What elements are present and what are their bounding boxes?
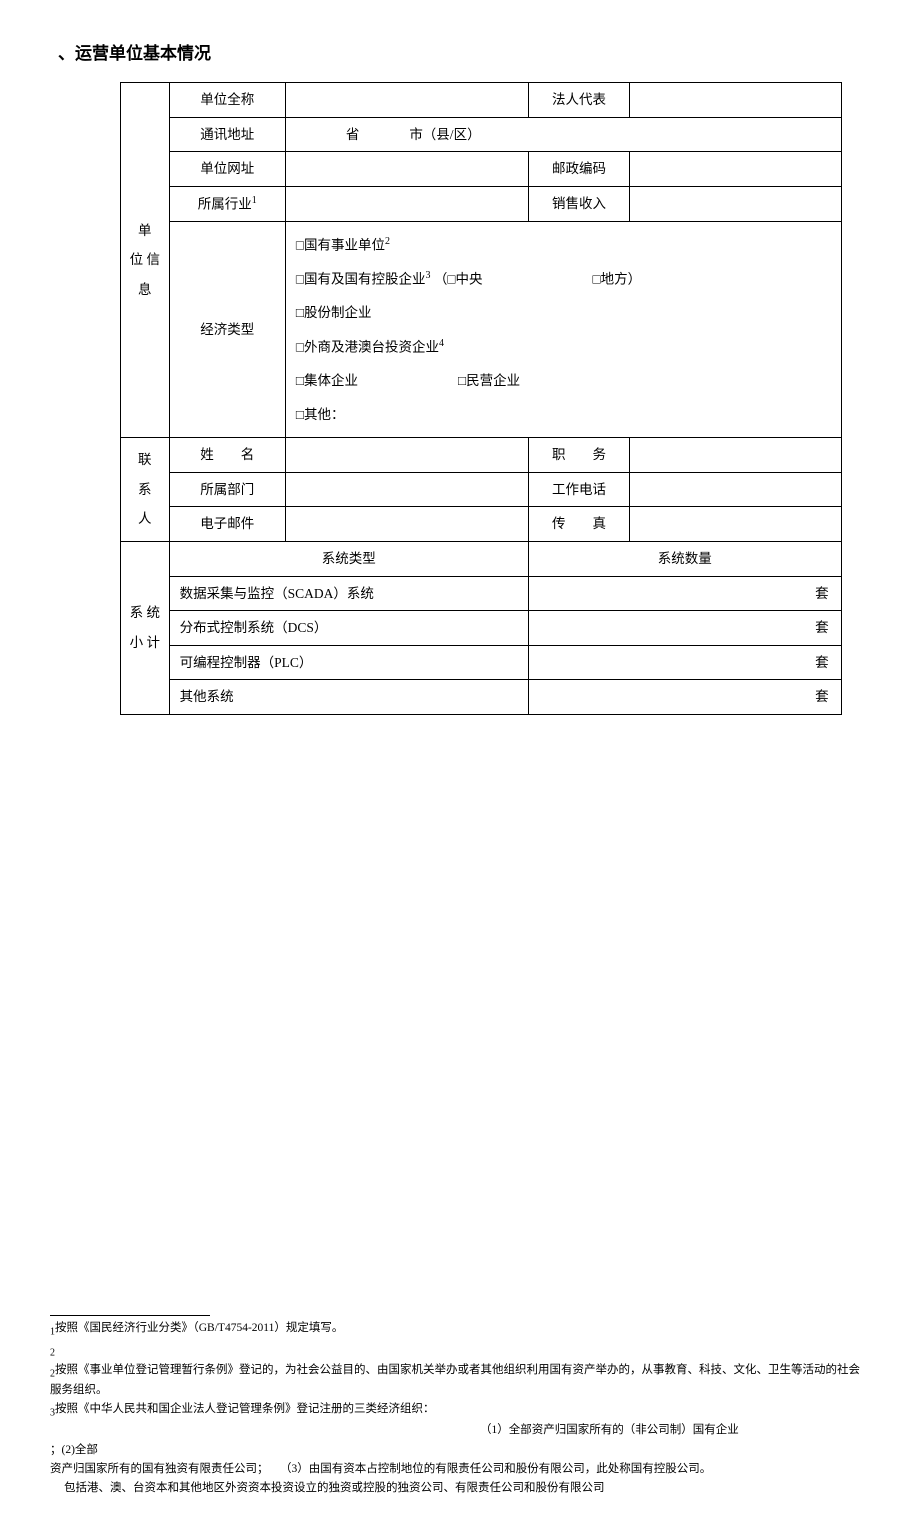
- sys-plc-label: 可编程控制器（PLC）: [169, 645, 528, 680]
- cb-joint-stock[interactable]: □股份制企业: [296, 305, 372, 320]
- cb-local[interactable]: □地方）: [593, 272, 642, 287]
- cb-state-owned-enterprise[interactable]: □国有及国有控股企业: [296, 272, 426, 287]
- cb-central[interactable]: （□中央: [434, 272, 483, 287]
- label-sales: 销售收入: [528, 186, 629, 221]
- label-fullname: 单位全称: [169, 83, 285, 118]
- val-address[interactable]: 省 市（县/区）: [285, 117, 841, 152]
- val-workphone[interactable]: [630, 472, 841, 507]
- label-syscount: 系统数量: [528, 541, 841, 576]
- cb-other[interactable]: □其他：: [296, 407, 345, 422]
- sys-dcs-label: 分布式控制系统（DCS）: [169, 611, 528, 646]
- footnote-4: 包括港、澳、台资本和其他地区外资资本投资设立的独资或控股的独资公司、有限责任公司…: [64, 1482, 605, 1494]
- section-heading: 、运营单位基本情况: [50, 40, 870, 67]
- label-fax: 传 真: [528, 507, 629, 542]
- label-email: 电子邮件: [169, 507, 285, 542]
- label-systype: 系统类型: [169, 541, 528, 576]
- rowhead-system-subtotal: 系 统 小 计: [121, 541, 170, 714]
- label-postcode: 邮政编码: [528, 152, 629, 187]
- sys-plc-count[interactable]: 套: [528, 645, 841, 680]
- sys-scada-label: 数据采集与监控（SCADA）系统: [169, 576, 528, 611]
- sys-other-label: 其他系统: [169, 680, 528, 715]
- val-legalrep[interactable]: [630, 83, 841, 118]
- sys-dcs-count[interactable]: 套: [528, 611, 841, 646]
- footnote-3a: 按照《中华人民共和国企业法人登记管理条例》登记注册的三类经济组织：: [55, 1403, 435, 1415]
- rowhead-contact: 联 系 人: [121, 438, 170, 542]
- val-dept[interactable]: [285, 472, 528, 507]
- val-position[interactable]: [630, 438, 841, 473]
- footnote-1: 按照《国民经济行业分类》（GB/T4754-2011）规定填写。: [55, 1322, 343, 1334]
- addr-province-label: 省: [346, 127, 360, 142]
- label-econtype: 经济类型: [169, 222, 285, 438]
- cb-foreign-hmt[interactable]: □外商及港澳台投资企业: [296, 339, 439, 354]
- val-email[interactable]: [285, 507, 528, 542]
- label-legalrep: 法人代表: [528, 83, 629, 118]
- addr-city-label: 市（县/区）: [409, 127, 480, 142]
- footnotes-block: 1按照《国民经济行业分类》（GB/T4754-2011）规定填写。 2 2按照《…: [50, 1320, 870, 1497]
- sys-other-count[interactable]: 套: [528, 680, 841, 715]
- form-table: 单 位 信 息 单位全称 法人代表 通讯地址 省 市（县/区） 单位网址 邮政编码…: [120, 82, 842, 715]
- footnote-3d: 资产归国家所有的国有独资有限责任公司； （3）由国有资本占控制地位的有限责任公司…: [50, 1463, 711, 1475]
- rowhead-unit-info: 单 位 信 息: [121, 83, 170, 438]
- label-name: 姓 名: [169, 438, 285, 473]
- cb-collective[interactable]: □集体企业: [296, 373, 358, 388]
- cb-private[interactable]: □民营企业: [458, 373, 520, 388]
- cb-state-institution[interactable]: □国有事业单位: [296, 238, 385, 253]
- footnote-separator: [50, 1315, 210, 1316]
- label-address: 通讯地址: [169, 117, 285, 152]
- label-workphone: 工作电话: [528, 472, 629, 507]
- sys-scada-count[interactable]: 套: [528, 576, 841, 611]
- val-econtype[interactable]: □国有事业单位2 □国有及国有控股企业3 （□中央□地方） □股份制企业 □外商…: [285, 222, 841, 438]
- footnote-3b: （1）全部资产归国家所有的（非公司制）国有企业: [480, 1422, 739, 1439]
- footnote-2: 按照《事业单位登记管理暂行条例》登记的，为社会公益目的、由国家机关举办或者其他组…: [50, 1364, 860, 1395]
- val-url[interactable]: [285, 152, 528, 187]
- val-postcode[interactable]: [630, 152, 841, 187]
- label-industry: 所属行业1: [169, 186, 285, 221]
- label-dept: 所属部门: [169, 472, 285, 507]
- label-url: 单位网址: [169, 152, 285, 187]
- val-fax[interactable]: [630, 507, 841, 542]
- val-industry[interactable]: [285, 186, 528, 221]
- label-position: 职 务: [528, 438, 629, 473]
- footnote-3c: ；(2)全部: [50, 1444, 98, 1456]
- val-fullname[interactable]: [285, 83, 528, 118]
- val-name[interactable]: [285, 438, 528, 473]
- val-sales[interactable]: [630, 186, 841, 221]
